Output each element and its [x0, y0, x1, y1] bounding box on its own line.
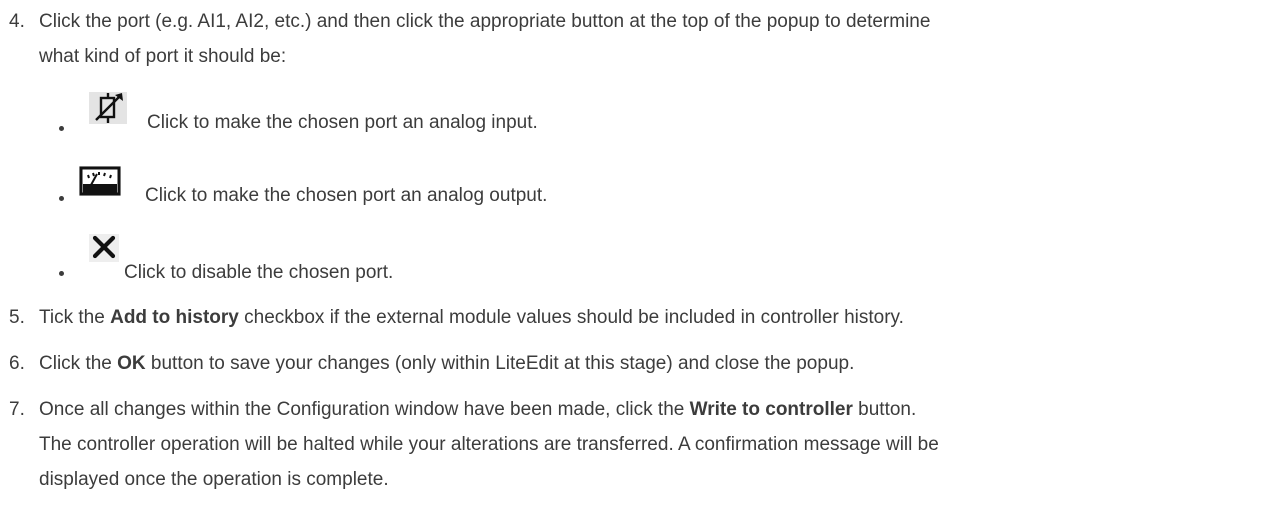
step-number: 4.	[9, 11, 25, 32]
disable-icon	[89, 234, 119, 262]
step-text-line: what kind of port it should be:	[39, 46, 287, 67]
step-text-line: Once all changes within the Configuratio…	[39, 399, 916, 421]
ui-label-add-to-history: Add to history	[110, 307, 239, 328]
step-text: Tick the	[39, 307, 111, 328]
step-text: Click the	[39, 353, 118, 374]
bullet-text: Click to make the chosen port an analog …	[147, 112, 538, 133]
step-text-line: Tick the Add to history checkbox if the …	[39, 307, 904, 329]
step-text-line: Click the OK button to save your changes…	[39, 353, 854, 375]
analog-output-icon-graphic	[79, 166, 121, 196]
step-text: button.	[852, 399, 917, 420]
step-text: Once all changes within the Configuratio…	[39, 399, 690, 420]
ui-label-ok: OK	[117, 353, 146, 374]
analog-output-icon	[79, 166, 121, 196]
step-text: button to save your changes (only within…	[145, 353, 855, 374]
analog-input-icon	[89, 92, 127, 124]
bullet-disable: Click to disable the chosen port.	[59, 228, 959, 283]
step-text: checkbox if the external module values s…	[238, 307, 904, 328]
bullet-dot	[59, 126, 64, 131]
ui-label-write-to-controller: Write to controller	[689, 399, 853, 420]
step-text-line: Click the port (e.g. AI1, AI2, etc.) and…	[39, 11, 931, 32]
bullet-text: Click to disable the chosen port.	[124, 262, 394, 283]
disable-icon-graphic	[92, 235, 116, 259]
bullet-dot	[59, 271, 64, 276]
step-number: 6.	[9, 353, 25, 374]
analog-input-icon-graphic	[95, 93, 123, 123]
step-text-line: The controller operation will be halted …	[39, 434, 939, 455]
bullet-analog-output: Click to make the chosen port an analog …	[59, 160, 959, 206]
step-number: 5.	[9, 307, 25, 328]
bullet-dot	[59, 196, 64, 201]
bullet-text: Click to make the chosen port an analog …	[145, 185, 548, 206]
step-number: 7.	[9, 399, 25, 420]
step-text-line: displayed once the operation is complete…	[39, 469, 389, 490]
bullet-analog-input: Click to make the chosen port an analog …	[59, 92, 959, 133]
